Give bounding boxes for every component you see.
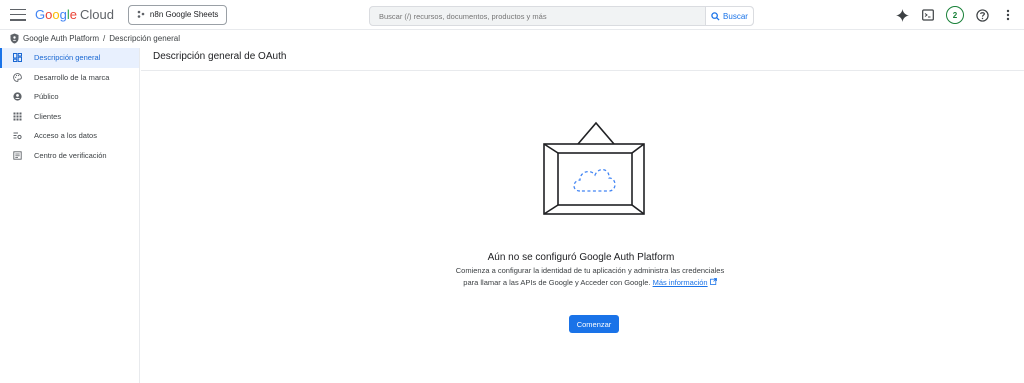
more-vert-icon[interactable] [1000,7,1016,23]
project-icon [137,10,145,20]
search-button-label: Buscar [723,11,748,21]
notifications-badge[interactable]: 2 [946,6,964,24]
sidebar-item-clients[interactable]: Clientes [0,107,139,127]
title-divider [141,70,1024,71]
sidebar-item-audience[interactable]: Público [0,87,139,107]
search-icon [711,11,720,21]
more-info-link[interactable]: Más información [653,278,708,287]
empty-state-illustration [543,121,645,215]
empty-state-description: Comienza a configurar la identidad de tu… [455,265,725,288]
more-info-label: Más información [652,277,708,287]
person-icon [12,92,22,102]
open-in-new-icon [709,277,717,285]
google-cloud-logo[interactable]: Google Cloud [35,7,114,22]
grid-icon [12,111,22,121]
breadcrumb-separator: / [103,33,106,43]
data-access-icon [12,131,22,141]
start-button[interactable]: Comenzar [569,315,619,333]
gemini-sparkle-icon[interactable] [894,7,910,23]
cloud-shell-icon[interactable] [920,7,936,23]
sidebar-item-label: Público [34,92,59,102]
help-icon[interactable] [974,7,990,23]
top-app-bar: Google Cloud n8n Google Sheets Buscar 2 [0,0,1024,30]
palette-icon [12,72,22,82]
verification-icon [12,150,22,160]
shield-icon [10,33,19,43]
sidebar-item-label: Clientes [34,111,62,121]
empty-state-title: Aún no se configuró Google Auth Platform [487,252,675,263]
search-button[interactable]: Buscar [705,7,753,25]
main-menu-button[interactable] [10,8,26,21]
project-picker-button[interactable]: n8n Google Sheets [127,4,228,25]
search-bar: Buscar [369,6,754,26]
sidebar-item-label: Descripción general [34,53,101,63]
sidebar-item-label: Centro de verificación [34,150,107,160]
sidebar-item-label: Desarrollo de la marca [34,72,110,82]
logo-cloud: Cloud [79,7,114,22]
sidebar-item-branding[interactable]: Desarrollo de la marca [0,68,139,88]
breadcrumb-root[interactable]: Google Auth Platform [23,34,99,43]
breadcrumb-current: Descripción general [109,33,180,43]
sidebar-item-overview[interactable]: Descripción general [0,48,139,68]
sidebar-item-label: Acceso a los datos [34,131,97,141]
sidebar: Descripción general Desarrollo de la mar… [0,48,140,383]
search-input[interactable] [370,7,705,25]
dashboard-icon [12,53,22,63]
sidebar-item-verification[interactable]: Centro de verificación [0,146,139,166]
sidebar-item-data-access[interactable]: Acceso a los datos [0,126,139,146]
breadcrumb: Google Auth Platform / Descripción gener… [10,31,180,45]
page-title: Descripción general de OAuth [153,51,287,62]
project-name: n8n Google Sheets [149,10,219,19]
header-actions: 2 [894,6,1016,24]
logo-google: Google [35,7,77,22]
